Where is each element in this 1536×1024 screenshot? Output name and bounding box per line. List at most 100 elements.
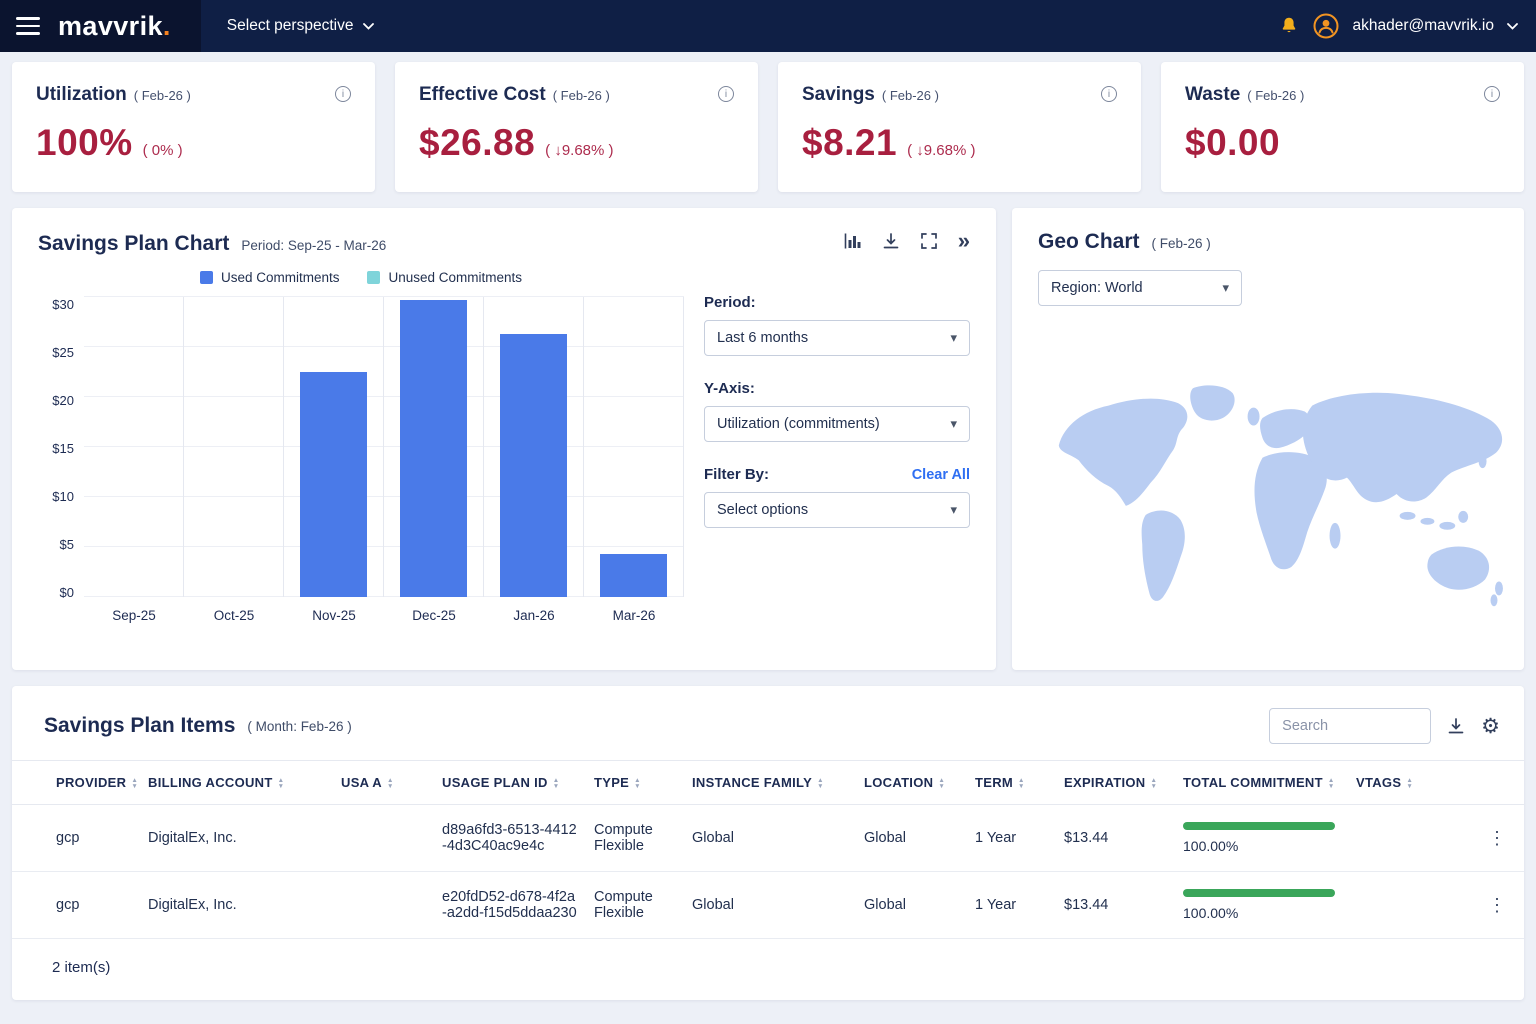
cell-actions: ⋮ — [1470, 872, 1524, 939]
items-table-header: Savings Plan Items ( Month: Feb-26 ) ⚙ — [12, 686, 1524, 760]
collapse-panel-icon[interactable]: » — [958, 230, 970, 252]
commitment-percent-label: 100.00% — [1183, 905, 1340, 921]
chevron-down-icon: ▾ — [950, 502, 957, 518]
kpi-delta: ( ↓9.68% ) — [545, 142, 613, 159]
user-avatar[interactable] — [1313, 13, 1339, 39]
info-icon[interactable]: i — [718, 86, 734, 102]
column-header-billing-account[interactable]: BILLING ACCOUNT▲▼ — [140, 761, 333, 805]
search-input[interactable] — [1269, 708, 1431, 744]
geo-chart-period: ( Feb-26 ) — [1152, 236, 1211, 251]
sort-icon[interactable]: ▲▼ — [938, 778, 945, 790]
column-header-total-commitment[interactable]: TOTAL COMMITMENT▲▼ — [1175, 761, 1348, 805]
chart-period-label: Period: Sep-25 - Mar-26 — [241, 238, 386, 253]
download-icon[interactable] — [882, 232, 900, 250]
cell-provider: gcp — [12, 805, 140, 872]
info-icon[interactable]: i — [335, 86, 351, 102]
kpi-cards-row: Utilization( Feb-26 ) i 100%( 0% ) Effec… — [0, 52, 1536, 200]
cell-location: Global — [856, 805, 967, 872]
perspective-selector[interactable]: Select perspective — [227, 17, 375, 35]
chart-type-icon[interactable] — [844, 232, 862, 250]
table-header-row: PROVIDER▲▼ BILLING ACCOUNT▲▼ USA A▲▼ USA… — [12, 761, 1524, 805]
download-icon[interactable] — [1447, 717, 1465, 735]
column-header-vtags[interactable]: VTAGS▲▼ — [1348, 761, 1470, 805]
fullscreen-icon[interactable] — [920, 232, 938, 250]
sort-icon[interactable]: ▲▼ — [553, 778, 560, 790]
kpi-delta: ( ↓9.68% ) — [907, 142, 975, 159]
app-logo[interactable]: mavvrik. — [58, 11, 171, 42]
sort-icon[interactable]: ▲▼ — [1151, 778, 1158, 790]
legend-swatch-used — [200, 271, 213, 284]
column-header-location[interactable]: LOCATION▲▼ — [856, 761, 967, 805]
chevron-down-icon[interactable] — [1507, 23, 1518, 30]
info-icon[interactable]: i — [1101, 86, 1117, 102]
cell-instance-family: Global — [684, 805, 856, 872]
cell-usage-account — [333, 805, 434, 872]
items-table-subtitle: ( Month: Feb-26 ) — [247, 719, 351, 734]
sort-icon[interactable]: ▲▼ — [131, 778, 138, 790]
brand-area: mavvrik. — [0, 0, 201, 52]
kpi-head: Savings( Feb-26 ) — [802, 84, 1117, 106]
user-email[interactable]: akhader@mavvrik.io — [1352, 17, 1494, 35]
gear-icon[interactable]: ⚙ — [1481, 716, 1500, 737]
legend-swatch-unused — [367, 271, 380, 284]
y-tick-label: $10 — [52, 491, 74, 503]
chart-bar[interactable] — [400, 300, 467, 597]
sort-icon[interactable]: ▲▼ — [1328, 778, 1335, 790]
region-select[interactable]: Region: World▾ — [1038, 270, 1242, 306]
kpi-card-waste: Waste( Feb-26 ) i $0.00 — [1161, 62, 1524, 192]
cell-term: 1 Year — [967, 872, 1056, 939]
chart-x-axis: Sep-25Oct-25Nov-25Dec-25Jan-26Mar-26 — [84, 608, 684, 623]
y-tick-label: $25 — [52, 347, 74, 359]
y-tick-label: $15 — [52, 443, 74, 455]
sort-icon[interactable]: ▲▼ — [387, 778, 394, 790]
cell-total-commitment: 100.00% — [1175, 872, 1348, 939]
column-header-term[interactable]: TERM▲▼ — [967, 761, 1056, 805]
kpi-value: $0.00 — [1185, 122, 1280, 164]
column-header-expiration[interactable]: EXPIRATION▲▼ — [1056, 761, 1175, 805]
region-select-value: Region: World — [1051, 280, 1143, 296]
yaxis-select-value: Utilization (commitments) — [717, 416, 880, 432]
clear-all-link[interactable]: Clear All — [912, 467, 970, 483]
row-menu-icon[interactable]: ⋮ — [1488, 828, 1506, 848]
chart-category-slot — [583, 297, 683, 597]
row-menu-icon[interactable]: ⋮ — [1488, 895, 1506, 915]
cell-usage-account — [333, 872, 434, 939]
info-icon[interactable]: i — [1484, 86, 1500, 102]
notifications-bell-icon[interactable] — [1278, 15, 1300, 37]
cell-billing-account: DigitalEx, Inc. — [140, 805, 333, 872]
chart-bar[interactable] — [300, 372, 367, 597]
chart-bar[interactable] — [500, 334, 567, 597]
logo-text: mavvrik — [58, 11, 163, 41]
chart-title: Savings Plan Chart — [38, 232, 229, 256]
cell-type: Compute Flexible — [586, 805, 684, 872]
column-header-type[interactable]: TYPE▲▼ — [586, 761, 684, 805]
column-header-provider[interactable]: PROVIDER▲▼ — [12, 761, 140, 805]
sort-icon[interactable]: ▲▼ — [817, 778, 824, 790]
period-select[interactable]: Last 6 months▾ — [704, 320, 970, 356]
logo-dot: . — [163, 11, 171, 41]
kpi-head: Utilization( Feb-26 ) — [36, 84, 351, 106]
kpi-value: 100% — [36, 122, 133, 164]
kpi-period: ( Feb-26 ) — [882, 88, 939, 103]
sort-icon[interactable]: ▲▼ — [1406, 778, 1413, 790]
column-header-usage-plan-id[interactable]: USAGE PLAN ID▲▼ — [434, 761, 586, 805]
cell-billing-account: DigitalEx, Inc. — [140, 872, 333, 939]
menu-icon[interactable] — [16, 17, 40, 35]
savings-plan-items-card: Savings Plan Items ( Month: Feb-26 ) ⚙ P… — [12, 686, 1524, 1000]
chart-cells — [84, 297, 684, 597]
top-navbar: mavvrik. Select perspective akhader@mavv… — [0, 0, 1536, 52]
chart-controls: Period: Last 6 months▾ Y-Axis: Utilizati… — [704, 270, 970, 623]
column-header-instance-family[interactable]: INSTANCE FAMILY▲▼ — [684, 761, 856, 805]
chart-bar[interactable] — [600, 554, 667, 597]
legend-item-unused[interactable]: Unused Commitments — [367, 270, 522, 285]
sort-icon[interactable]: ▲▼ — [1018, 778, 1025, 790]
geo-card-header: Geo Chart ( Feb-26 ) — [1038, 230, 1498, 254]
sort-icon[interactable]: ▲▼ — [634, 778, 641, 790]
filter-select[interactable]: Select options▾ — [704, 492, 970, 528]
commitment-progress-bar — [1183, 889, 1335, 897]
sort-icon[interactable]: ▲▼ — [278, 778, 285, 790]
column-header-usage-account[interactable]: USA A▲▼ — [333, 761, 434, 805]
cell-expiration: $13.44 — [1056, 872, 1175, 939]
yaxis-select[interactable]: Utilization (commitments)▾ — [704, 406, 970, 442]
legend-item-used[interactable]: Used Commitments — [200, 270, 340, 285]
